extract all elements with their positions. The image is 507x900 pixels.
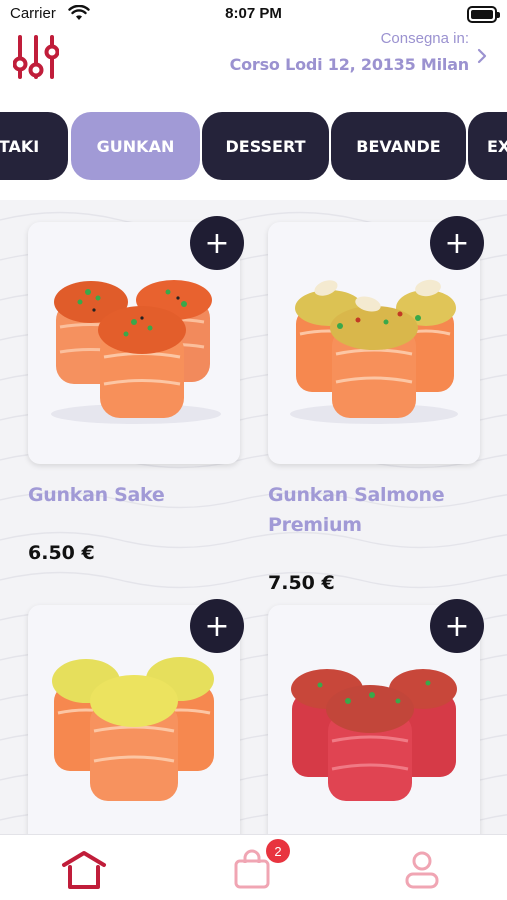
product-card[interactable]: + Gunkan Salmone Premium 7.50 €: [268, 216, 484, 602]
tab-dessert[interactable]: DESSERT: [202, 112, 329, 180]
delivery-address: Corso Lodi 12, 20135 Milan: [229, 55, 470, 74]
sliders-icon: [12, 35, 60, 79]
tab-bevande[interactable]: BEVANDE: [331, 112, 466, 180]
product-name: Gunkan Salmone: [268, 484, 445, 506]
tab-profile[interactable]: [402, 849, 442, 894]
add-to-cart-button[interactable]: +: [430, 216, 484, 270]
chevron-right-icon[interactable]: [477, 48, 487, 64]
product-price: 7.50 €: [268, 572, 335, 594]
plus-icon: +: [444, 608, 470, 644]
add-to-cart-button[interactable]: +: [430, 599, 484, 653]
product-card[interactable]: +: [268, 599, 484, 834]
plus-icon: +: [204, 608, 230, 644]
bottom-tab-bar: [0, 834, 507, 900]
battery-icon: [467, 6, 500, 23]
home-icon: [62, 851, 106, 889]
product-grid: + Gunkan Sake 6.50 € + Gunkan Salmone Pr…: [0, 200, 507, 834]
delivery-address-selector[interactable]: Consegna in: Corso Lodi 12, 20135 Milan: [229, 30, 470, 74]
product-name-line2: Premium: [268, 514, 362, 536]
status-bar: Carrier 8:07 PM: [0, 0, 507, 30]
add-to-cart-button[interactable]: +: [190, 216, 244, 270]
plus-icon: +: [444, 225, 470, 261]
tab-home[interactable]: [60, 849, 108, 894]
category-tabs: TAKI GUNKAN DESSERT BEVANDE EX: [0, 112, 507, 182]
user-icon: [405, 851, 439, 889]
plus-icon: +: [204, 225, 230, 261]
delivery-label: Consegna in:: [380, 30, 469, 47]
product-card[interactable]: +: [28, 599, 244, 834]
cart-badge: 2: [266, 839, 290, 863]
tab-ex[interactable]: EX: [468, 112, 507, 180]
product-name: Gunkan Sake: [28, 484, 165, 506]
status-time: 8:07 PM: [225, 5, 282, 22]
tab-gunkan[interactable]: GUNKAN: [71, 112, 200, 180]
tab-taki[interactable]: TAKI: [0, 112, 68, 180]
add-to-cart-button[interactable]: +: [190, 599, 244, 653]
filter-button[interactable]: [12, 33, 60, 81]
product-card[interactable]: + Gunkan Sake 6.50 €: [28, 216, 244, 582]
product-price: 6.50 €: [28, 542, 95, 564]
